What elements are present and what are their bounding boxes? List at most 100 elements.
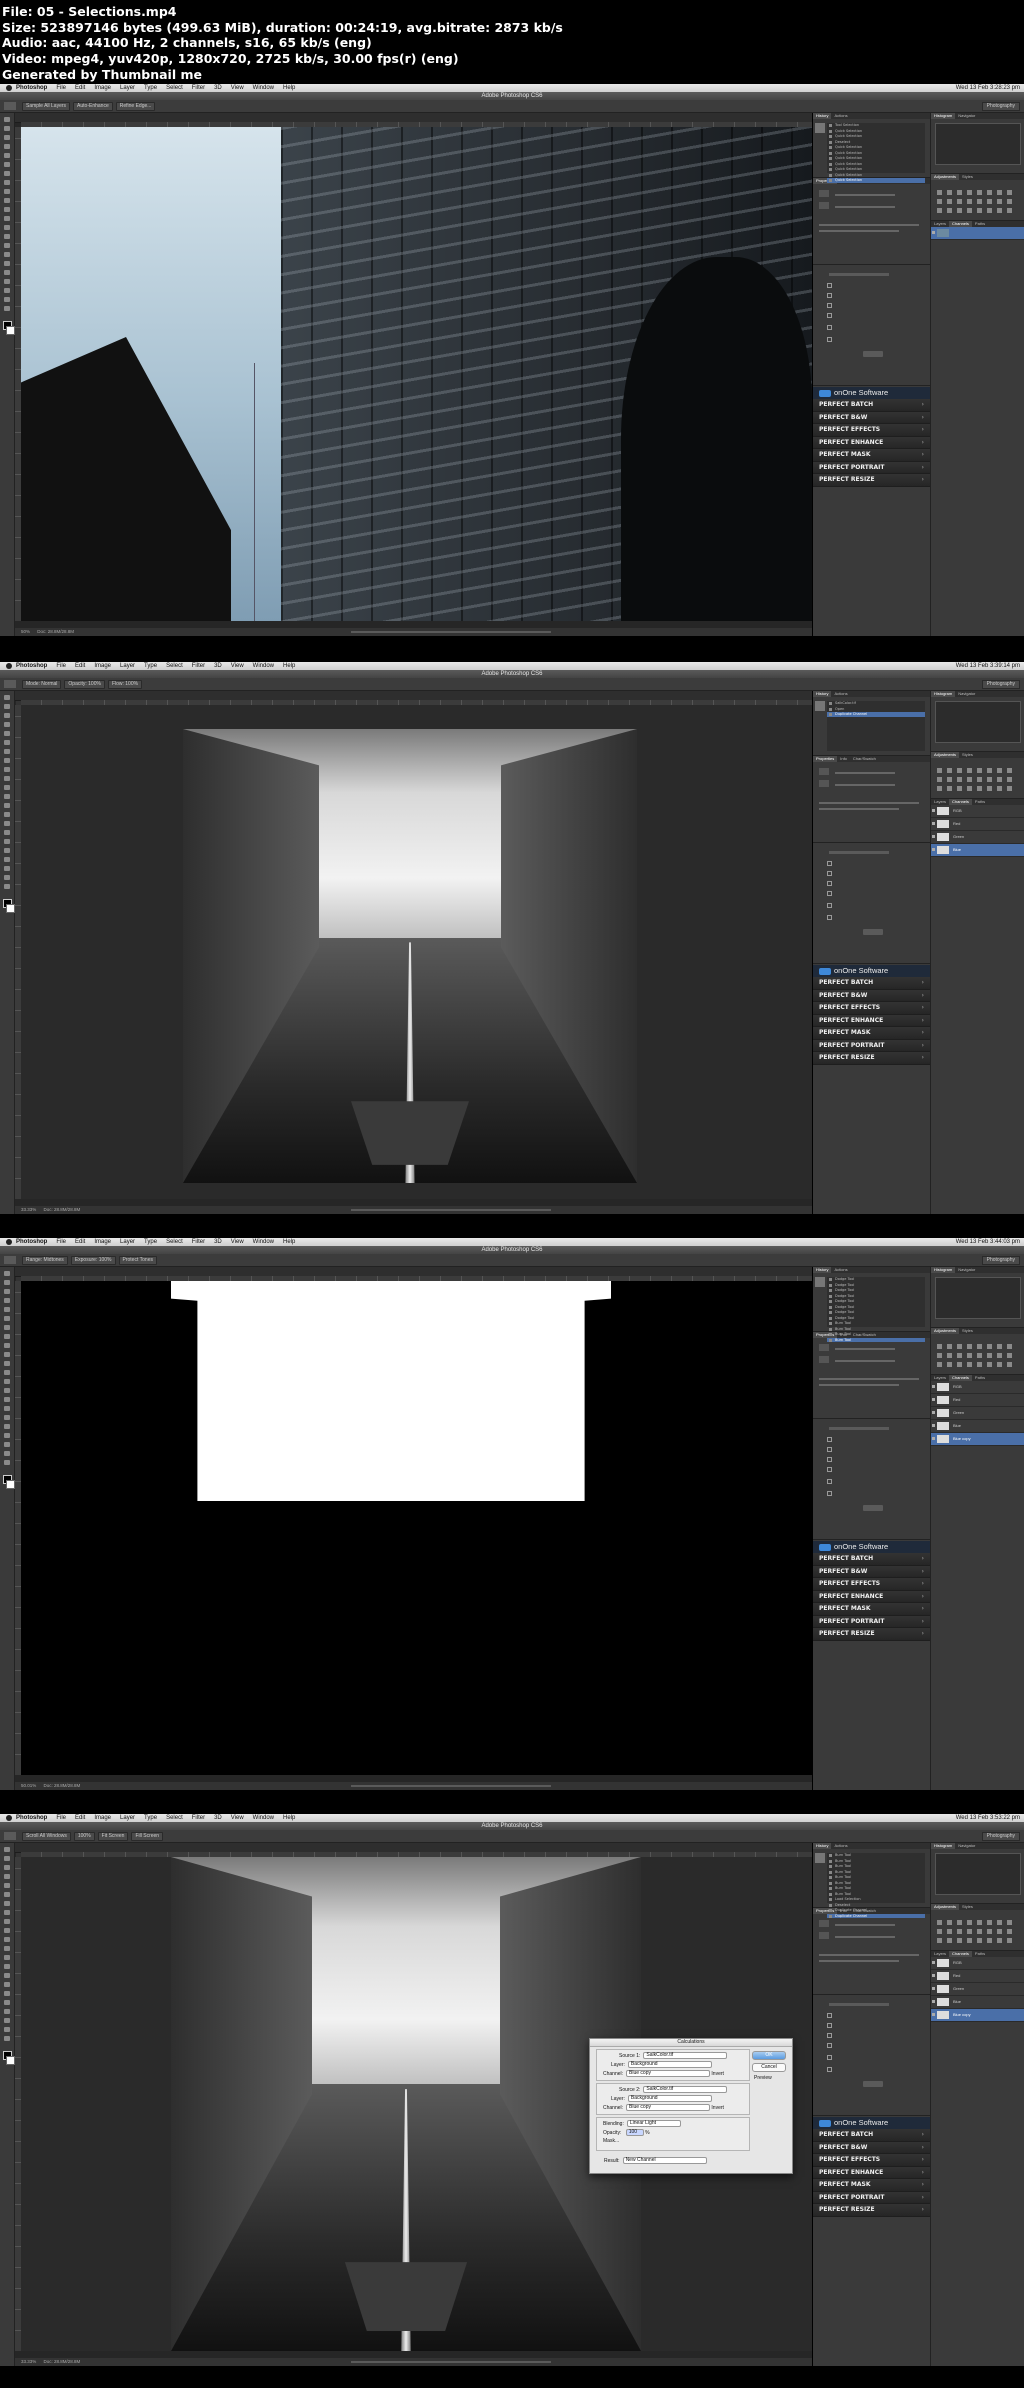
canvas[interactable] [21, 705, 812, 1199]
tool-icon[interactable] [4, 776, 10, 781]
snapshot-thumbnail[interactable] [815, 123, 825, 133]
adjustment-icon[interactable] [967, 768, 972, 773]
menu-select[interactable]: Select [166, 662, 183, 670]
tool-icon[interactable] [4, 1883, 10, 1888]
eye-icon[interactable] [932, 231, 935, 234]
adjustment-icon[interactable] [1007, 199, 1012, 204]
menu-type[interactable]: Type [144, 1814, 157, 1822]
eye-icon[interactable] [932, 2013, 935, 2016]
adjustment-icon[interactable] [987, 768, 992, 773]
onone-item[interactable]: PERFECT EFFECTS [813, 1002, 930, 1015]
eye-icon[interactable] [932, 1974, 935, 1977]
adjustment-icon[interactable] [987, 1353, 992, 1358]
tool-icon[interactable] [4, 171, 10, 176]
opacity-input[interactable]: 100 [625, 2129, 644, 2136]
tool-icon[interactable] [4, 1442, 10, 1447]
adjustment-icon[interactable] [1007, 190, 1012, 195]
eye-icon[interactable] [932, 1424, 935, 1427]
history-state[interactable]: Deselect [827, 1903, 925, 1908]
zoom-level[interactable]: 50% [21, 629, 30, 634]
layer1-select[interactable]: Background [627, 2061, 712, 2068]
adjustment-icon[interactable] [937, 1344, 942, 1349]
option-checkbox[interactable] [827, 1467, 832, 1472]
blending-select[interactable]: Linear Light [626, 2120, 681, 2127]
option-checkbox[interactable] [827, 2055, 832, 2060]
tool-icon[interactable] [4, 1307, 10, 1312]
tool-icon[interactable] [4, 243, 10, 248]
tool-icon[interactable] [4, 216, 10, 221]
tool-icon[interactable] [4, 740, 10, 745]
adjustment-icon[interactable] [987, 1929, 992, 1934]
tool-icon[interactable] [4, 1280, 10, 1285]
adjustment-icon[interactable] [1007, 208, 1012, 213]
menu-view[interactable]: View [231, 1238, 244, 1246]
option-checkbox[interactable] [827, 2013, 832, 2018]
tool-icon[interactable] [4, 1892, 10, 1897]
channel-row[interactable]: Green [931, 831, 1024, 844]
menu-3d[interactable]: 3D [214, 662, 222, 670]
adjustment-icon[interactable] [947, 1920, 952, 1925]
onone-item[interactable]: PERFECT PORTRAIT [813, 461, 930, 474]
option-control[interactable]: Scroll All Windows [22, 1832, 71, 1841]
property-slider[interactable] [835, 1348, 895, 1350]
zoom-level[interactable]: 33.33% [21, 2359, 36, 2364]
adjustment-icon[interactable] [987, 1920, 992, 1925]
option-control[interactable]: Exposure: 100% [70, 1256, 116, 1265]
adjustment-icon[interactable] [967, 190, 972, 195]
menu-select[interactable]: Select [166, 84, 183, 92]
adjustment-icon[interactable] [947, 199, 952, 204]
tool-icon[interactable] [4, 803, 10, 808]
adjustment-icon[interactable] [987, 777, 992, 782]
tool-icon[interactable] [4, 1271, 10, 1276]
option-control[interactable]: Mode: Normal [22, 680, 62, 689]
menu-edit[interactable]: Edit [75, 1814, 85, 1822]
adjustment-icon[interactable] [957, 786, 962, 791]
option-control[interactable]: Auto-Enhance [73, 102, 113, 111]
adjustment-icon[interactable] [977, 208, 982, 213]
adjustment-icon[interactable] [1007, 786, 1012, 791]
property-slider[interactable] [835, 1936, 895, 1938]
adjustment-icon[interactable] [997, 768, 1002, 773]
menu-file[interactable]: File [56, 1238, 66, 1246]
menu-file[interactable]: File [56, 1814, 66, 1822]
workspace-switcher[interactable]: Photography [981, 102, 1020, 111]
snapshot-thumbnail[interactable] [815, 1853, 825, 1863]
menu-type[interactable]: Type [144, 1238, 157, 1246]
apple-icon[interactable] [6, 663, 12, 669]
adjustment-icon[interactable] [977, 1344, 982, 1349]
layer-row[interactable] [931, 227, 1024, 240]
channel-row[interactable]: Blue copy [931, 2009, 1024, 2022]
tool-icon[interactable] [4, 2036, 10, 2041]
onone-item[interactable]: PERFECT EFFECTS [813, 1578, 930, 1591]
adjustment-icon[interactable] [987, 1344, 992, 1349]
tool-icon[interactable] [4, 1937, 10, 1942]
source1-select[interactable]: SalkColor.tif [643, 2052, 728, 2059]
menu-photoshop[interactable]: Photoshop [16, 1814, 47, 1822]
tool-icon[interactable] [4, 288, 10, 293]
option-checkbox[interactable] [827, 903, 832, 908]
tool-icon[interactable] [4, 1874, 10, 1879]
tool-icon[interactable] [4, 234, 10, 239]
tool-icon[interactable] [4, 1298, 10, 1303]
menu-edit[interactable]: Edit [75, 1238, 85, 1246]
menu-layer[interactable]: Layer [120, 1238, 135, 1246]
onone-item[interactable]: PERFECT MASK [813, 449, 930, 462]
adjustment-icon[interactable] [1007, 1344, 1012, 1349]
menu-image[interactable]: Image [94, 1814, 111, 1822]
menu-window[interactable]: Window [253, 1238, 274, 1246]
history-state[interactable]: Dodge Tool [827, 1294, 925, 1299]
adjustment-icon[interactable] [937, 1353, 942, 1358]
tool-icon[interactable] [4, 1406, 10, 1411]
menu-type[interactable]: Type [144, 662, 157, 670]
adjustment-icon[interactable] [987, 786, 992, 791]
adjustment-icon[interactable] [937, 190, 942, 195]
tool-icon[interactable] [4, 866, 10, 871]
option-checkbox[interactable] [827, 1457, 832, 1462]
option-checkbox[interactable] [827, 1437, 832, 1442]
adjustment-icon[interactable] [957, 208, 962, 213]
result-select[interactable]: New Channel [622, 2157, 707, 2164]
history-state[interactable]: Burn Tool [827, 1332, 925, 1337]
horizontal-scrollbar[interactable] [351, 1785, 551, 1787]
option-checkbox[interactable] [827, 313, 832, 318]
history-state[interactable]: Burn Tool [827, 1864, 925, 1869]
